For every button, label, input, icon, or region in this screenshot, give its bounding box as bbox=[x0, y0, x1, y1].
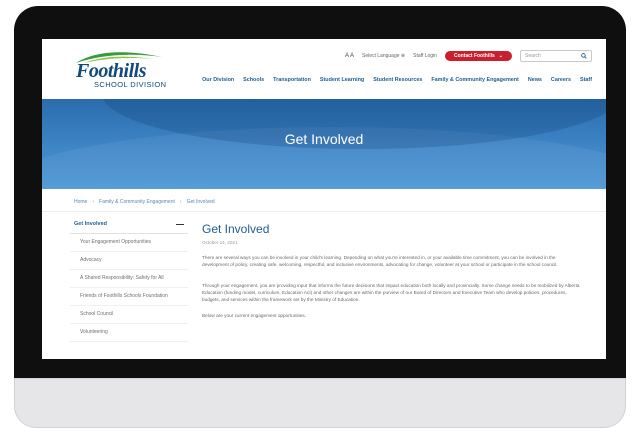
chevron-down-icon: ⌄ bbox=[498, 53, 503, 59]
nav-item-staff[interactable]: Staff bbox=[580, 77, 592, 83]
search-box[interactable]: Search bbox=[520, 50, 592, 62]
nav-item-family-community[interactable]: Family & Community Engagement bbox=[431, 77, 518, 83]
nav-item-student-resources[interactable]: Student Resources bbox=[373, 77, 422, 83]
sidebar-item-school-council[interactable]: School Council bbox=[70, 306, 188, 324]
hero-banner: Get Involved bbox=[42, 99, 606, 189]
banner-title: Get Involved bbox=[284, 131, 364, 147]
main-navigation: Our Division Schools Transportation Stud… bbox=[202, 77, 592, 83]
nav-item-student-learning[interactable]: Student Learning bbox=[320, 77, 364, 83]
sidebar-item-volunteering[interactable]: Volunteering bbox=[70, 324, 188, 342]
language-selector[interactable]: Select Language ⊕ bbox=[362, 53, 405, 59]
breadcrumb-separator: › bbox=[92, 199, 95, 205]
logo-subtitle: SCHOOL DIVISION bbox=[94, 80, 167, 89]
divider bbox=[42, 211, 606, 212]
sidebar-item-engagement[interactable]: Your Engagement Opportunities bbox=[70, 234, 188, 252]
nav-item-news[interactable]: News bbox=[528, 77, 542, 83]
breadcrumb-separator: › bbox=[179, 199, 182, 205]
staff-login-link[interactable]: Staff Login bbox=[413, 53, 437, 59]
section-sidebar: Get Involved Your Engagement Opportuniti… bbox=[70, 219, 188, 342]
opportunities-paragraph: Below are your current engagement opport… bbox=[202, 313, 306, 318]
sidebar-heading[interactable]: Get Involved bbox=[70, 219, 188, 234]
monitor-frame: Foothills SCHOOL DIVISION A A Select Lan… bbox=[14, 6, 626, 428]
search-icon[interactable] bbox=[581, 53, 587, 59]
language-label: Select Language bbox=[361, 53, 400, 59]
main-content: Get Involved October 14, 2021 There are … bbox=[202, 222, 582, 319]
nav-item-our-division[interactable]: Our Division bbox=[202, 77, 234, 83]
monitor-bezel: Foothills SCHOOL DIVISION A A Select Lan… bbox=[14, 6, 626, 378]
nav-item-schools[interactable]: Schools bbox=[243, 77, 264, 83]
utility-bar: A A Select Language ⊕ Staff Login Contac… bbox=[345, 49, 592, 63]
page-title: Get Involved bbox=[202, 222, 270, 236]
monitor-chin bbox=[14, 378, 626, 428]
site-header: Foothills SCHOOL DIVISION A A Select Lan… bbox=[42, 39, 606, 99]
sidebar-item-advocacy[interactable]: Advocacy bbox=[70, 252, 188, 270]
breadcrumb-family[interactable]: Family & Community Engagement bbox=[99, 199, 175, 205]
site-logo[interactable]: Foothills SCHOOL DIVISION bbox=[74, 49, 166, 89]
collapse-icon[interactable] bbox=[176, 223, 184, 225]
search-input[interactable]: Search bbox=[525, 53, 541, 59]
breadcrumb: Home › Family & Community Engagement › G… bbox=[74, 199, 215, 205]
sidebar-heading-label: Get Involved bbox=[74, 221, 108, 227]
text-size-toggle[interactable]: A A bbox=[345, 53, 354, 59]
sidebar-item-safety[interactable]: A Shared Responsibility: Safety for All bbox=[70, 270, 188, 288]
intro-paragraph: There are several ways you can be involv… bbox=[202, 255, 558, 267]
nav-item-careers[interactable]: Careers bbox=[551, 77, 571, 83]
breadcrumb-current[interactable]: Get Involved bbox=[187, 199, 215, 205]
globe-icon: ⊕ bbox=[400, 53, 406, 59]
browser-screen: Foothills SCHOOL DIVISION A A Select Lan… bbox=[42, 39, 606, 359]
breadcrumb-home[interactable]: Home bbox=[74, 199, 87, 205]
publish-date: October 14, 2021 bbox=[202, 240, 238, 245]
sidebar-item-foundation[interactable]: Friends of Foothills Schools Foundation bbox=[70, 288, 188, 306]
engagement-paragraph: Through your engagement, you are providi… bbox=[202, 283, 580, 302]
nav-item-transportation[interactable]: Transportation bbox=[273, 77, 311, 83]
contact-label: Contact Foothills bbox=[453, 53, 495, 59]
contact-button[interactable]: Contact Foothills ⌄ bbox=[444, 51, 512, 61]
